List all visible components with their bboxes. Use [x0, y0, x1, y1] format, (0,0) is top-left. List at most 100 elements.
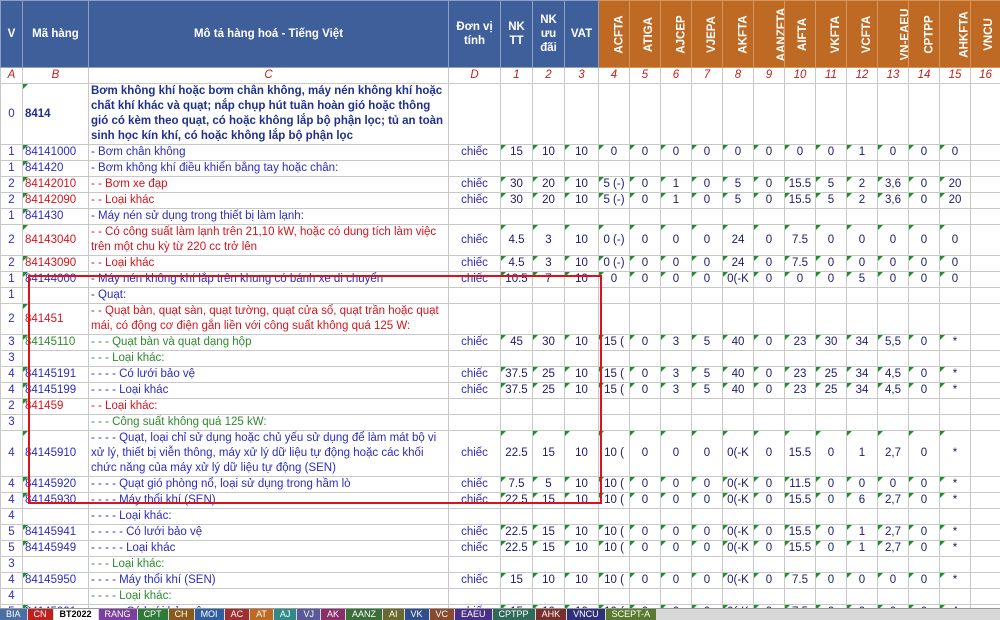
header-nkud[interactable]: NK ưu đãi [533, 1, 565, 68]
cell-unit[interactable]: chiếc [449, 477, 501, 493]
cell-rate[interactable] [565, 399, 599, 415]
cell-rate[interactable]: 0 [909, 256, 940, 272]
cell-rate[interactable]: 0 [816, 493, 847, 509]
cell-rate[interactable]: 0 [816, 477, 847, 493]
cell-level[interactable]: 5 [1, 525, 23, 541]
cell-rate[interactable]: 5 (-) [599, 193, 630, 209]
sheet-tab[interactable]: CH [169, 609, 194, 620]
header-fta-aanzfta[interactable]: AANZFTA [754, 1, 785, 68]
cell-code[interactable]: 84143040 [23, 225, 89, 256]
cell-rate[interactable]: 2,7 [878, 541, 909, 557]
cell-rate[interactable] [723, 84, 754, 145]
cell-rate[interactable]: 15 [501, 573, 533, 589]
cell-rate[interactable] [940, 161, 971, 177]
cell-rate[interactable]: 1 [847, 541, 878, 557]
cell-rate[interactable]: 22.5 [501, 541, 533, 557]
cell-rate[interactable] [599, 415, 630, 431]
cell-rate[interactable]: 0 [661, 145, 692, 161]
cell-unit[interactable]: chiếc [449, 177, 501, 193]
cell-rate[interactable]: 10 [565, 367, 599, 383]
cell-rate[interactable] [847, 84, 878, 145]
header-fta-vncu[interactable]: VNCU [971, 1, 1000, 68]
cell-rate[interactable] [971, 288, 1000, 304]
cell-rate[interactable] [971, 589, 1000, 605]
cell-rate[interactable]: 11.5 [785, 477, 816, 493]
cell-unit[interactable] [449, 589, 501, 605]
sheet-tab[interactable]: AJ [274, 609, 297, 620]
cell-code[interactable]: 841430 [23, 209, 89, 225]
cell-rate[interactable]: 10 ( [599, 431, 630, 477]
cell-description[interactable]: - - Loại khác [89, 193, 449, 209]
cell-rate[interactable]: 5 [692, 367, 723, 383]
cell-unit[interactable]: chiếc [449, 145, 501, 161]
cell-rate[interactable]: 10 [565, 493, 599, 509]
cell-rate[interactable]: 1 [661, 193, 692, 209]
cell-code[interactable]: 84142090 [23, 193, 89, 209]
cell-rate[interactable] [816, 84, 847, 145]
cell-rate[interactable] [971, 541, 1000, 557]
cell-rate[interactable]: 0 [692, 193, 723, 209]
cell-rate[interactable] [754, 589, 785, 605]
cell-rate[interactable] [971, 399, 1000, 415]
cell-rate[interactable] [630, 589, 661, 605]
cell-rate[interactable]: 0 [754, 493, 785, 509]
cell-rate[interactable]: 0 [630, 431, 661, 477]
cell-rate[interactable] [816, 399, 847, 415]
cell-rate[interactable] [565, 304, 599, 335]
cell-rate[interactable]: 0 [785, 272, 816, 288]
cell-unit[interactable] [449, 84, 501, 145]
cell-rate[interactable]: 5 [692, 383, 723, 399]
cell-rate[interactable]: 15.5 [785, 193, 816, 209]
cell-rate[interactable] [533, 304, 565, 335]
cell-rate[interactable]: 0 [754, 525, 785, 541]
cell-level[interactable]: 3 [1, 351, 23, 367]
cell-rate[interactable] [754, 399, 785, 415]
cell-rate[interactable]: 0 [878, 225, 909, 256]
cell-rate[interactable]: 2 [847, 193, 878, 209]
cell-level[interactable]: 2 [1, 225, 23, 256]
cell-rate[interactable] [692, 351, 723, 367]
cell-level[interactable]: 1 [1, 161, 23, 177]
cell-rate[interactable] [630, 288, 661, 304]
cell-rate[interactable] [599, 288, 630, 304]
cell-rate[interactable]: 10 [565, 335, 599, 351]
cell-rate[interactable] [971, 431, 1000, 477]
cell-level[interactable]: 4 [1, 493, 23, 509]
cell-rate[interactable] [565, 509, 599, 525]
cell-rate[interactable]: 0 [630, 493, 661, 509]
header-fta-vkfta[interactable]: VKFTA [816, 1, 847, 68]
cell-rate[interactable] [692, 509, 723, 525]
cell-level[interactable]: 2 [1, 256, 23, 272]
cell-unit[interactable]: chiếc [449, 367, 501, 383]
cell-rate[interactable] [971, 509, 1000, 525]
cell-rate[interactable]: 7.5 [501, 477, 533, 493]
cell-rate[interactable]: 22.5 [501, 431, 533, 477]
cell-rate[interactable] [909, 209, 940, 225]
cell-rate[interactable] [533, 161, 565, 177]
cell-rate[interactable] [909, 84, 940, 145]
cell-rate[interactable]: 0 [909, 477, 940, 493]
cell-rate[interactable]: 0 [909, 335, 940, 351]
cell-rate[interactable]: 0(-K [723, 573, 754, 589]
cell-unit[interactable]: chiếc [449, 225, 501, 256]
cell-description[interactable]: - Quạt: [89, 288, 449, 304]
cell-rate[interactable]: 10 ( [599, 477, 630, 493]
cell-rate[interactable]: 4,5 [878, 367, 909, 383]
cell-rate[interactable]: 1 [847, 145, 878, 161]
cell-rate[interactable] [599, 589, 630, 605]
cell-rate[interactable] [723, 509, 754, 525]
cell-rate[interactable] [630, 509, 661, 525]
cell-rate[interactable]: 0 [661, 431, 692, 477]
cell-unit[interactable]: chiếc [449, 493, 501, 509]
cell-rate[interactable]: 30 [533, 335, 565, 351]
cell-rate[interactable]: 10 [565, 383, 599, 399]
cell-rate[interactable]: 20 [533, 177, 565, 193]
cell-rate[interactable]: 23 [785, 335, 816, 351]
cell-rate[interactable] [533, 351, 565, 367]
cell-description[interactable]: - - - - Loại khác: [89, 509, 449, 525]
cell-rate[interactable]: 25 [533, 383, 565, 399]
cell-rate[interactable]: 0 [630, 477, 661, 493]
cell-rate[interactable]: 0 (-) [599, 256, 630, 272]
cell-rate[interactable]: 0 [630, 256, 661, 272]
cell-rate[interactable] [692, 589, 723, 605]
